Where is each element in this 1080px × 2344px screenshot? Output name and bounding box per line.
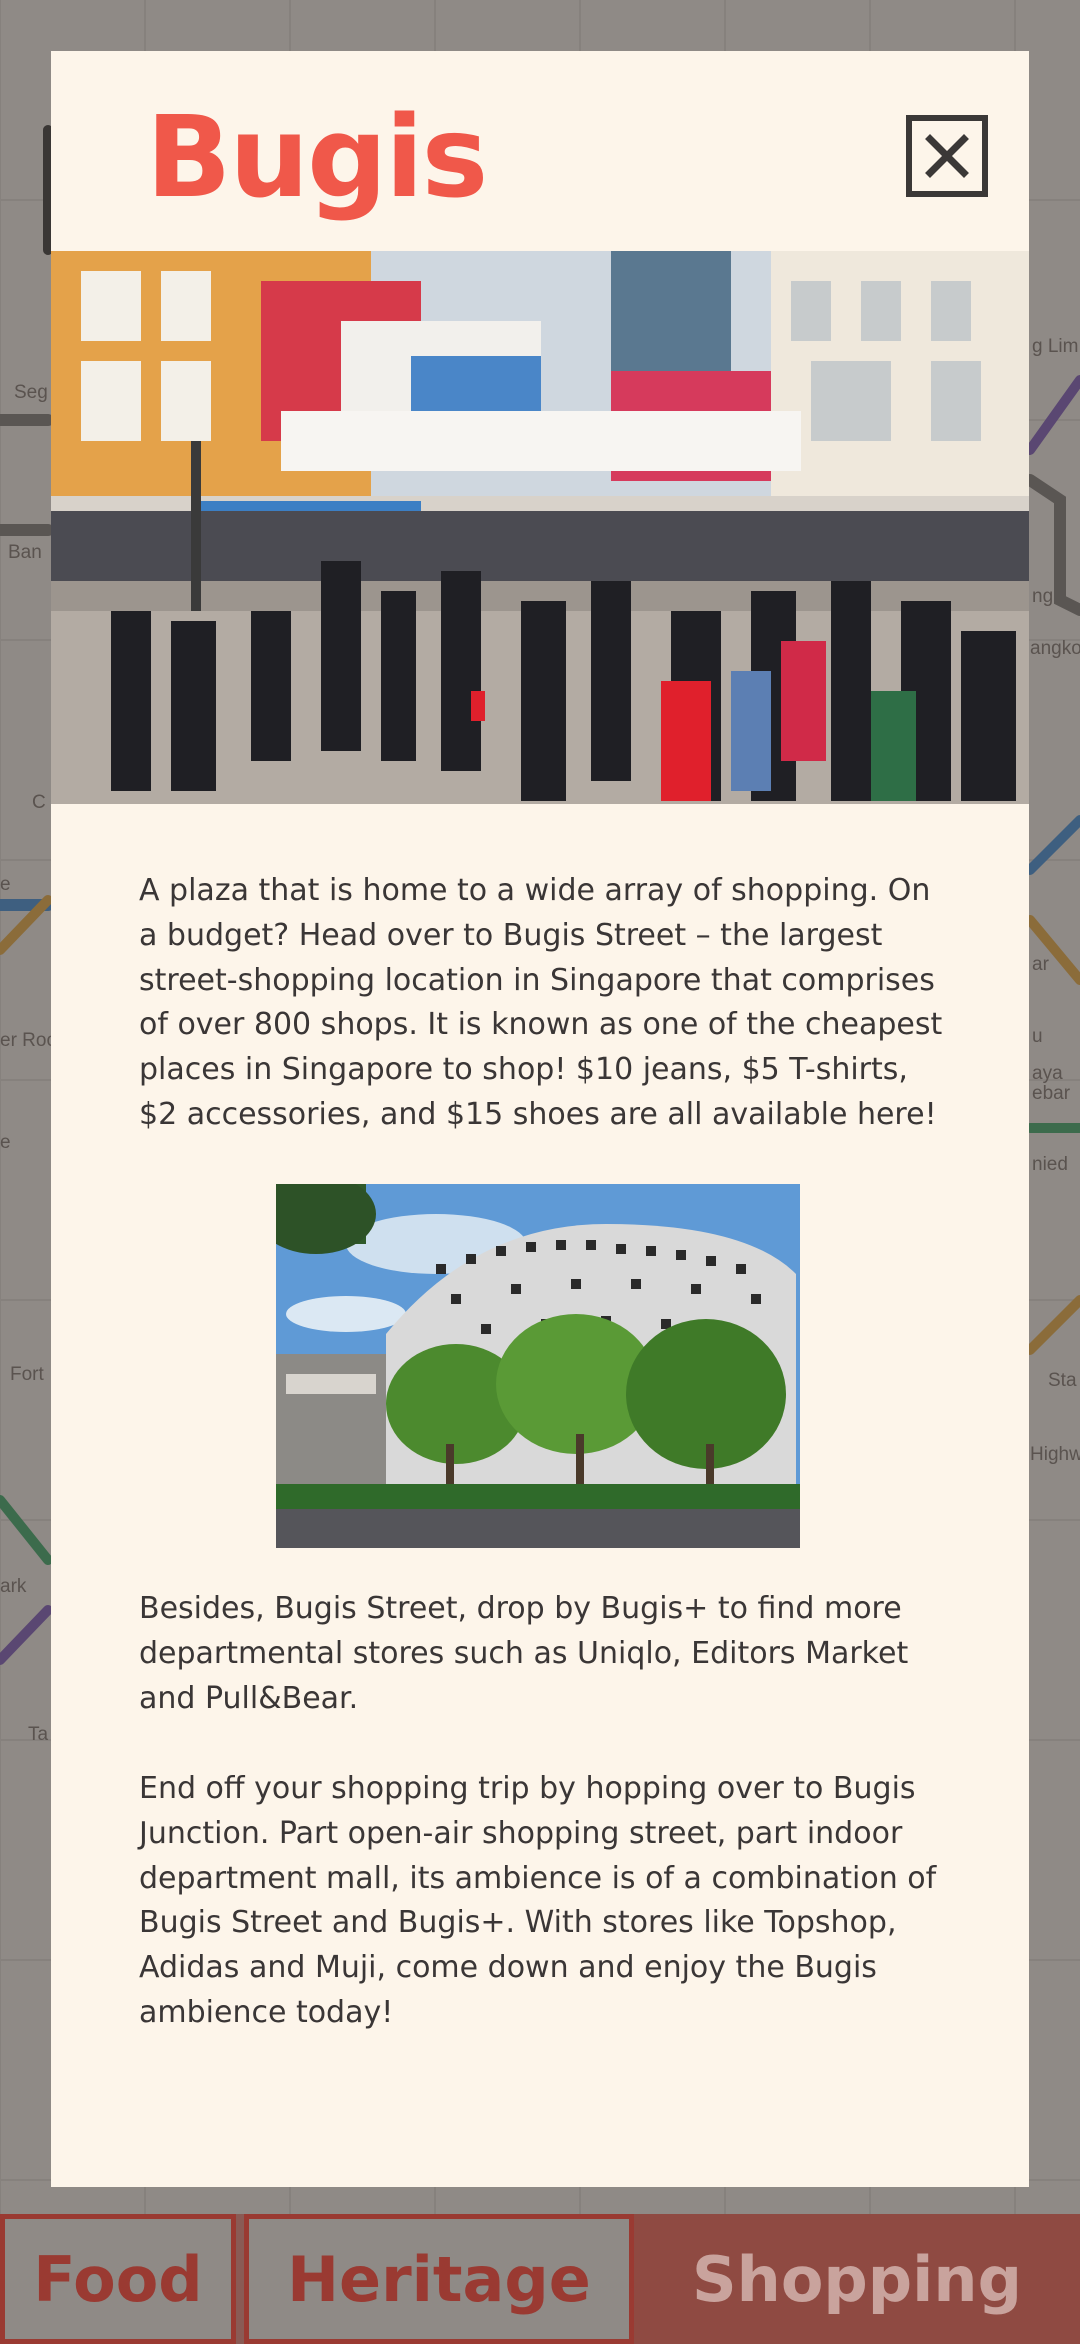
map-label-c: C bbox=[32, 792, 46, 813]
tab-food[interactable]: Food bbox=[0, 2214, 236, 2344]
map-label-ark: ark bbox=[0, 1576, 27, 1597]
map-label-ar: ar bbox=[1032, 954, 1049, 975]
map-label-ng: ng bbox=[1032, 586, 1054, 607]
map-label-e2: e bbox=[0, 1132, 11, 1153]
map-label-ban: Ban bbox=[8, 542, 42, 563]
map-label-g-lim: g Lim bbox=[1032, 336, 1079, 357]
map-label-e1: e bbox=[0, 874, 11, 895]
map-label-aya-ebar: aya ebar bbox=[1032, 1063, 1071, 1104]
map-label-fort: Fort bbox=[10, 1364, 44, 1385]
bottom-nav: Food Heritage Shopping bbox=[0, 2214, 1080, 2344]
bugis-street-photo bbox=[51, 251, 1029, 804]
close-icon bbox=[925, 134, 969, 178]
tab-heritage[interactable]: Heritage bbox=[244, 2214, 634, 2344]
map-label-ta: Ta bbox=[28, 1724, 49, 1745]
map-label-seg: Seg bbox=[14, 382, 48, 403]
description-paragraph-1: A plaza that is home to a wide array of … bbox=[139, 873, 943, 1132]
map-label-u: u bbox=[1032, 1026, 1043, 1047]
tab-shopping[interactable]: Shopping bbox=[634, 2214, 1080, 2344]
modal-title: Bugis bbox=[146, 93, 488, 223]
description-paragraph-2: Besides, Bugis Street, drop by Bugis+ to… bbox=[139, 1591, 909, 1716]
map-label-nied: nied bbox=[1032, 1154, 1068, 1175]
close-button[interactable] bbox=[906, 115, 988, 197]
bugis-plus-photo bbox=[276, 1184, 800, 1548]
description-paragraph-3: End off your shopping trip by hopping ov… bbox=[139, 1771, 937, 2030]
tab-heritage-label: Heritage bbox=[287, 2242, 591, 2316]
tab-shopping-label: Shopping bbox=[692, 2242, 1022, 2316]
map-label-highw: Highw bbox=[1030, 1444, 1080, 1465]
map-label-angko: angko bbox=[1030, 638, 1080, 659]
location-modal: Bugis A plaza that is home to a wide arr… bbox=[51, 51, 1029, 2187]
tab-food-label: Food bbox=[33, 2242, 203, 2316]
map-label-sta: Sta bbox=[1048, 1370, 1077, 1391]
map-label-er-roo: er Roo bbox=[0, 1030, 58, 1051]
